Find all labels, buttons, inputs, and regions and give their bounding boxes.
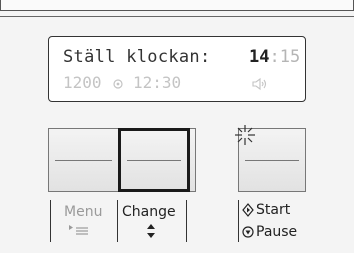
top-divider xyxy=(0,16,354,17)
key-edge xyxy=(190,128,196,192)
label-separator xyxy=(50,200,51,242)
display-clock: 14:15 xyxy=(249,47,300,67)
change-button[interactable] xyxy=(118,128,190,192)
pause-label: Pause xyxy=(256,224,298,240)
display-dim-time: 12:30 xyxy=(133,73,182,92)
speaker-icon xyxy=(252,77,267,91)
start-diamond-icon xyxy=(242,203,254,217)
clock-minutes: 15 xyxy=(279,47,301,67)
display-setting-text: Ställ klockan: xyxy=(63,47,211,67)
circle-dot-icon xyxy=(113,78,123,89)
clock-hours: 14 xyxy=(249,47,270,67)
dim-value-text: 1200 xyxy=(63,73,102,92)
label-separator xyxy=(117,200,118,242)
blink-star-icon xyxy=(235,125,255,145)
start-label: Start xyxy=(256,202,291,218)
change-label: Change xyxy=(122,204,176,220)
menu-label: Menu xyxy=(64,204,103,220)
menu-button[interactable] xyxy=(48,128,118,192)
lcd-display: Ställ klockan: 14:15 1200 12:30 xyxy=(48,36,306,102)
pause-circle-icon xyxy=(242,226,254,238)
menu-arrow-icon xyxy=(69,225,88,235)
top-frame xyxy=(0,0,354,11)
clock-separator: : xyxy=(269,47,280,67)
display-dim-value: 1200 xyxy=(63,73,123,92)
label-separator xyxy=(186,200,187,242)
label-separator xyxy=(238,200,239,242)
up-down-arrows-icon xyxy=(147,224,155,238)
